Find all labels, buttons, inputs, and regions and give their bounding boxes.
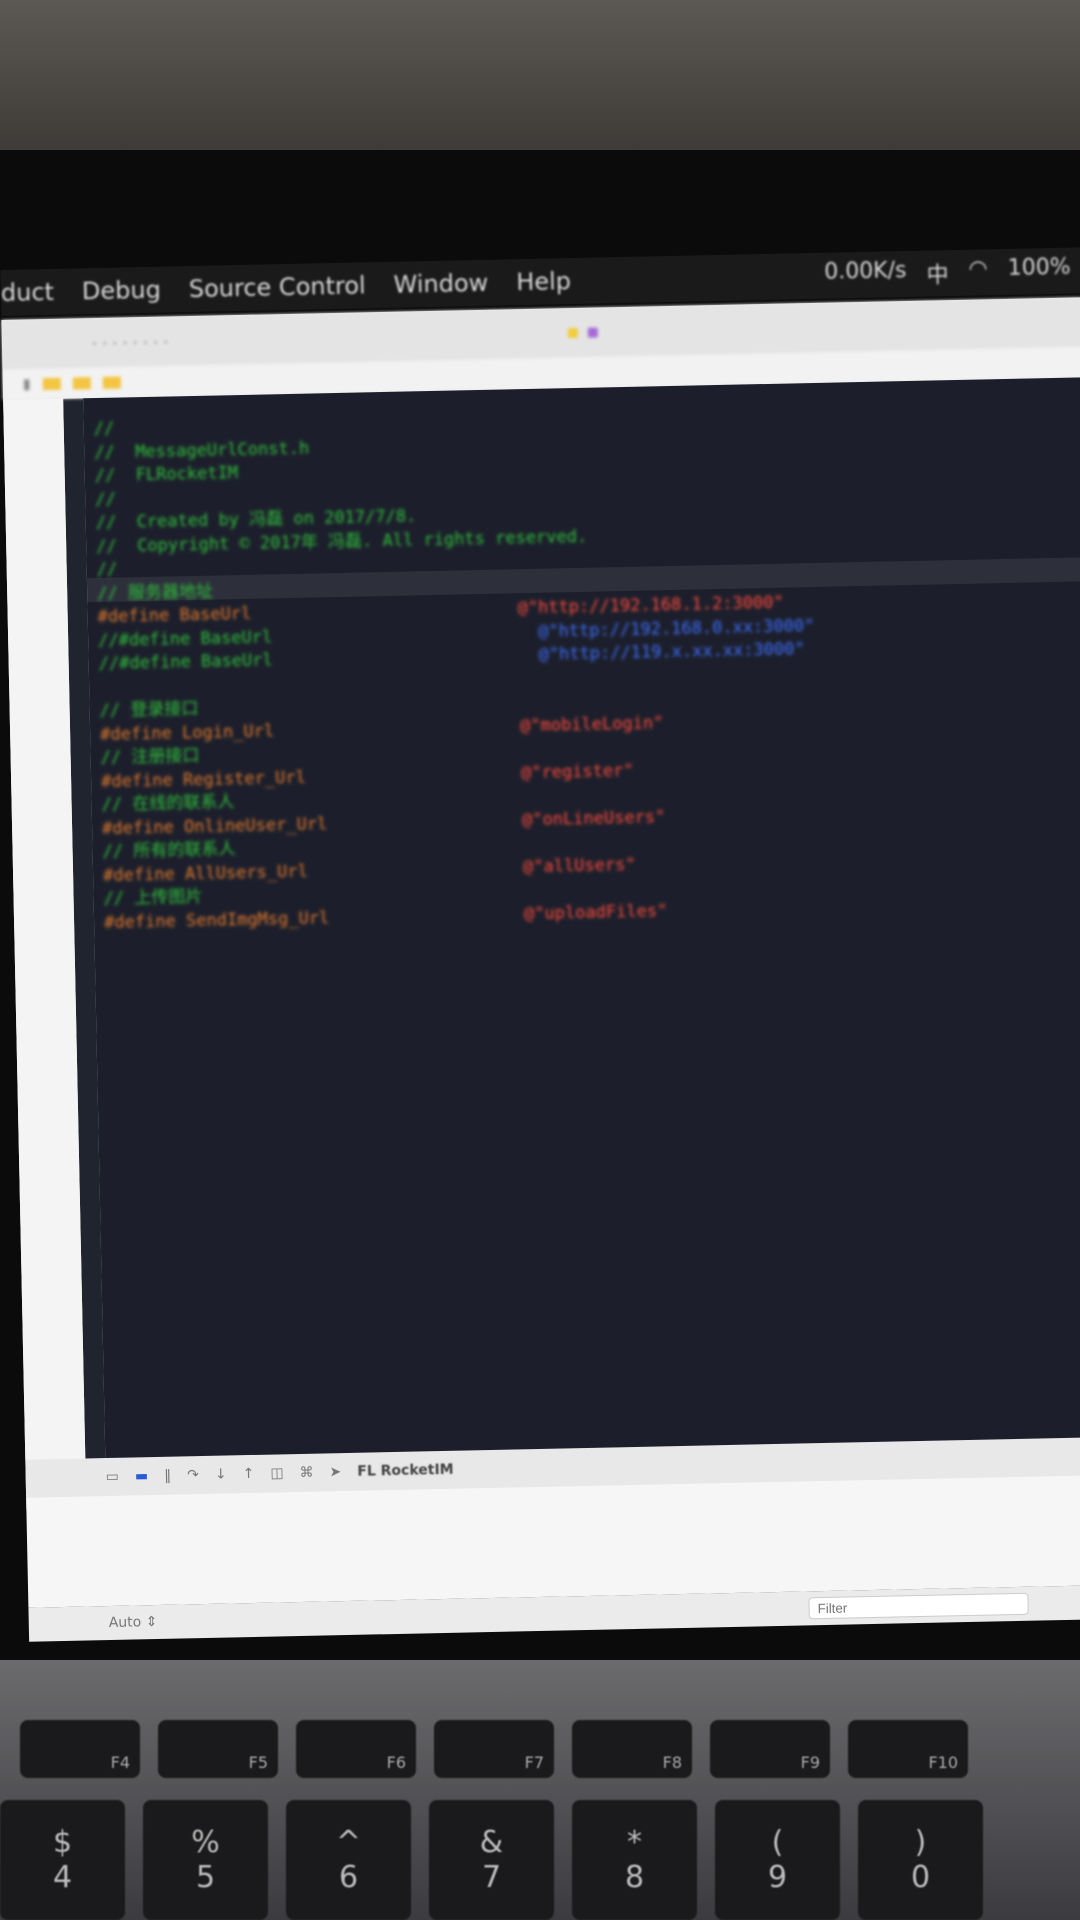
code-line-left: [99, 676, 110, 700]
key-digit: 7: [481, 1860, 502, 1895]
key-symbol: $: [52, 1825, 73, 1860]
menu-item-product[interactable]: duct: [1, 278, 55, 307]
code-line-left: // 在线的联系人: [101, 792, 235, 815]
number-key: ^ 6: [286, 1800, 411, 1920]
view-hierarchy-icon[interactable]: ◫: [270, 1465, 284, 1481]
hide-debug-icon[interactable]: ▭: [106, 1469, 120, 1485]
console-area[interactable]: [26, 1475, 1080, 1608]
menu-item-source-control[interactable]: Source Control: [189, 271, 366, 303]
code-line-value: @"onLineUsers": [521, 806, 666, 830]
number-key: ) 0: [858, 1800, 983, 1920]
code-line-left: // 上传图片: [103, 886, 203, 909]
code-editor[interactable]: //// MessageUrlConst.h// FLRocketIM//// …: [83, 377, 1080, 1459]
code-text: //// MessageUrlConst.h// FLRocketIM//// …: [94, 408, 815, 935]
function-key: F9: [710, 1720, 830, 1778]
code-line-value: @"allUsers": [522, 854, 636, 877]
function-key-row: F4 F5 F6 F7 F8 F9 F10: [0, 1720, 1080, 1778]
status-area: 0.00K/s 中 ◠ 100%: [824, 254, 1080, 291]
function-key: F6: [296, 1720, 416, 1778]
function-key: F5: [158, 1720, 278, 1778]
pause-icon[interactable]: ‖: [164, 1468, 171, 1484]
file-icon[interactable]: ▮: [23, 376, 31, 392]
key-symbol: ): [914, 1825, 927, 1860]
number-key: * 8: [572, 1800, 697, 1920]
auto-selector[interactable]: Auto ⇕: [109, 1614, 158, 1631]
number-key: % 5: [143, 1800, 268, 1920]
key-digit: 8: [624, 1860, 645, 1895]
code-line-value: @"uploadFiles": [523, 900, 668, 924]
folder-icon[interactable]: [42, 377, 61, 391]
code-line-left: // 登录接口: [99, 698, 199, 722]
code-line-left: // 所有的联系人: [102, 839, 236, 862]
code-line-value: @"mobileLogin": [519, 712, 664, 736]
key-symbol: (: [771, 1825, 784, 1860]
location-icon[interactable]: ➤: [329, 1464, 341, 1480]
key-symbol: %: [191, 1825, 220, 1860]
key-symbol: ^: [335, 1825, 362, 1860]
issue-icon[interactable]: [588, 327, 599, 338]
function-key: F4: [20, 1720, 140, 1778]
menu-item-help[interactable]: Help: [516, 267, 571, 296]
step-in-icon[interactable]: ↓: [215, 1467, 227, 1483]
background-wall: [0, 0, 1080, 170]
number-key-row: $4% 5 ^ 6 & 7 * 8(9) 0: [0, 1800, 1080, 1920]
battery-percent: 100%: [1007, 254, 1071, 281]
folder-icon[interactable]: [72, 377, 91, 390]
code-line-value: @"http://119.x.xx.xx:3000": [538, 639, 805, 665]
breakpoints-icon[interactable]: ▬: [135, 1468, 149, 1484]
menu-item-window[interactable]: Window: [393, 269, 488, 299]
menu-item-debug[interactable]: Debug: [82, 276, 162, 306]
function-key: F7: [434, 1720, 554, 1778]
step-out-icon[interactable]: ↑: [242, 1466, 254, 1482]
key-digit: 6: [338, 1860, 359, 1895]
function-key: F10: [848, 1720, 968, 1778]
key-symbol: &: [479, 1825, 504, 1860]
xcode-window: · · · · · · · · ▮ //// MessageUrlConst.h…: [1, 297, 1080, 1642]
number-key: & 7: [429, 1800, 554, 1920]
code-line-left: // 注册接口: [100, 745, 200, 769]
function-key: F8: [572, 1720, 692, 1778]
wifi-icon[interactable]: ◠: [968, 256, 988, 288]
code-line-left: // 服务器地址: [97, 581, 214, 604]
input-method[interactable]: 中: [926, 257, 949, 289]
key-digit: 5: [195, 1860, 216, 1895]
folder-icon[interactable]: [102, 376, 121, 389]
laptop-screen: duct Debug Source Control Window Help 0.…: [0, 227, 1080, 1642]
target-label: FL RocketIM: [357, 1461, 454, 1480]
warning-icon[interactable]: [568, 327, 579, 339]
key-symbol: *: [627, 1825, 642, 1860]
tab-title[interactable]: · · · · · · · ·: [92, 332, 169, 353]
memory-graph-icon[interactable]: ⌘: [299, 1465, 313, 1481]
number-key: (9: [715, 1800, 840, 1920]
network-speed: 0.00K/s: [823, 258, 907, 285]
number-key: $4: [0, 1800, 125, 1920]
code-line-left: #define SendImgMsg_Url: [103, 907, 330, 933]
code-line-left: #define BaseUrl: [97, 603, 252, 628]
key-digit: 0: [910, 1860, 931, 1895]
filter-input[interactable]: [808, 1592, 1029, 1620]
step-over-icon[interactable]: ↷: [187, 1467, 199, 1483]
key-digit: 4: [52, 1860, 73, 1895]
key-digit: 9: [767, 1860, 788, 1895]
code-line-value: @"register": [520, 760, 634, 783]
